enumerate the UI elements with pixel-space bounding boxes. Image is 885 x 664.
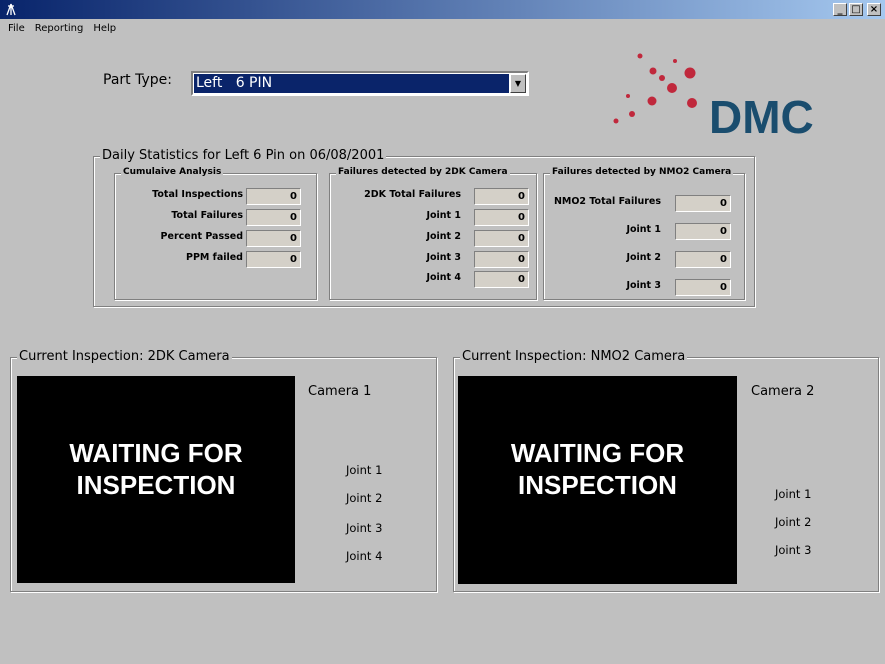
total-failures-label: Total Failures xyxy=(171,210,243,221)
nmo2-joint1-value: 0 xyxy=(675,223,731,240)
current-2dk-title: Current Inspection: 2DK Camera xyxy=(17,349,232,364)
nmo2-joint2-label: Joint 2 xyxy=(626,252,661,263)
logo-dots-icon xyxy=(613,53,697,124)
camera2-joint3-label: Joint 3 xyxy=(775,543,812,557)
nmo2-total-failures-label: NMO2 Total Failures xyxy=(553,196,661,207)
camera1-joint3-label: Joint 3 xyxy=(346,521,383,535)
camera1-joint2-label: Joint 2 xyxy=(346,491,383,505)
nmo2-joint3-label: Joint 3 xyxy=(626,280,661,291)
twodk-total-failures-label: 2DK Total Failures xyxy=(364,189,461,200)
camera2-joint1-label: Joint 1 xyxy=(775,487,812,501)
minimize-button[interactable]: _ xyxy=(833,3,847,16)
ppm-failed-value: 0 xyxy=(246,251,301,268)
twodk-joint3-label: Joint 3 xyxy=(426,252,461,263)
daily-statistics-title: Daily Statistics for Left 6 Pin on 06/08… xyxy=(100,148,387,163)
percent-passed-value: 0 xyxy=(246,230,301,247)
tripod-icon[interactable] xyxy=(4,2,19,17)
twodk-joint4-value: 0 xyxy=(474,271,529,288)
twodk-total-failures-value: 0 xyxy=(474,188,529,205)
dropdown-arrow-button[interactable]: ▼ xyxy=(510,74,526,93)
camera1-status-line2: INSPECTION xyxy=(76,470,236,500)
menu-file[interactable]: File xyxy=(0,23,30,34)
ppm-failed-label: PPM failed xyxy=(186,252,243,263)
twodk-joint1-value: 0 xyxy=(474,209,529,226)
part-type-value: Left 6 PIN xyxy=(194,74,509,93)
camera1-joint1-label: Joint 1 xyxy=(346,463,383,477)
camera1-screen: WAITING FOR INSPECTION xyxy=(17,376,295,583)
menu-bar: File Reporting Help xyxy=(0,19,885,37)
twodk-joint2-label: Joint 2 xyxy=(426,231,461,242)
close-icon: × xyxy=(869,4,879,15)
twodk-joint1-label: Joint 1 xyxy=(426,210,461,221)
camera2-status-line2: INSPECTION xyxy=(518,470,677,500)
nmo2-joint3-value: 0 xyxy=(675,279,731,296)
maximize-icon: □ xyxy=(851,4,861,15)
nmo2-joint1-label: Joint 1 xyxy=(626,224,661,235)
menu-help[interactable]: Help xyxy=(88,23,121,34)
camera1-joint4-label: Joint 4 xyxy=(346,549,383,563)
percent-passed-label: Percent Passed xyxy=(160,231,243,242)
total-inspections-value: 0 xyxy=(246,188,301,205)
current-nmo2-title: Current Inspection: NMO2 Camera xyxy=(460,349,688,364)
maximize-button[interactable]: □ xyxy=(849,3,863,16)
dmc-logo: DMC xyxy=(605,48,870,143)
twodk-joint4-label: Joint 4 xyxy=(426,272,461,283)
total-failures-value: 0 xyxy=(246,209,301,226)
menu-reporting[interactable]: Reporting xyxy=(30,23,89,34)
nmo2-joint2-value: 0 xyxy=(675,251,731,268)
logo-text: DMC xyxy=(709,91,814,143)
part-type-select[interactable]: Left 6 PIN ▼ xyxy=(191,71,529,96)
close-button[interactable]: × xyxy=(867,3,881,16)
camera2-joint2-label: Joint 2 xyxy=(775,515,812,529)
part-type-label: Part Type: xyxy=(103,72,172,88)
camera2-screen: WAITING FOR INSPECTION xyxy=(458,376,737,584)
camera1-label: Camera 1 xyxy=(308,384,372,399)
total-inspections-label: Total Inspections xyxy=(152,189,243,200)
chevron-down-icon: ▼ xyxy=(514,79,522,88)
twodk-joint2-value: 0 xyxy=(474,230,529,247)
nmo2-failures-title: Failures detected by NMO2 Camera xyxy=(550,167,734,177)
twodk-joint3-value: 0 xyxy=(474,251,529,268)
camera2-label: Camera 2 xyxy=(751,384,815,399)
camera2-status-line1: WAITING FOR xyxy=(510,438,685,468)
title-bar[interactable]: _ □ × xyxy=(0,0,885,19)
camera1-status-line1: WAITING FOR xyxy=(69,438,243,468)
twodk-failures-title: Failures detected by 2DK Camera xyxy=(336,167,510,177)
cumulative-analysis-title: Cumulaive Analysis xyxy=(121,167,224,177)
nmo2-total-failures-value: 0 xyxy=(675,195,731,212)
minimize-icon: _ xyxy=(837,4,843,15)
